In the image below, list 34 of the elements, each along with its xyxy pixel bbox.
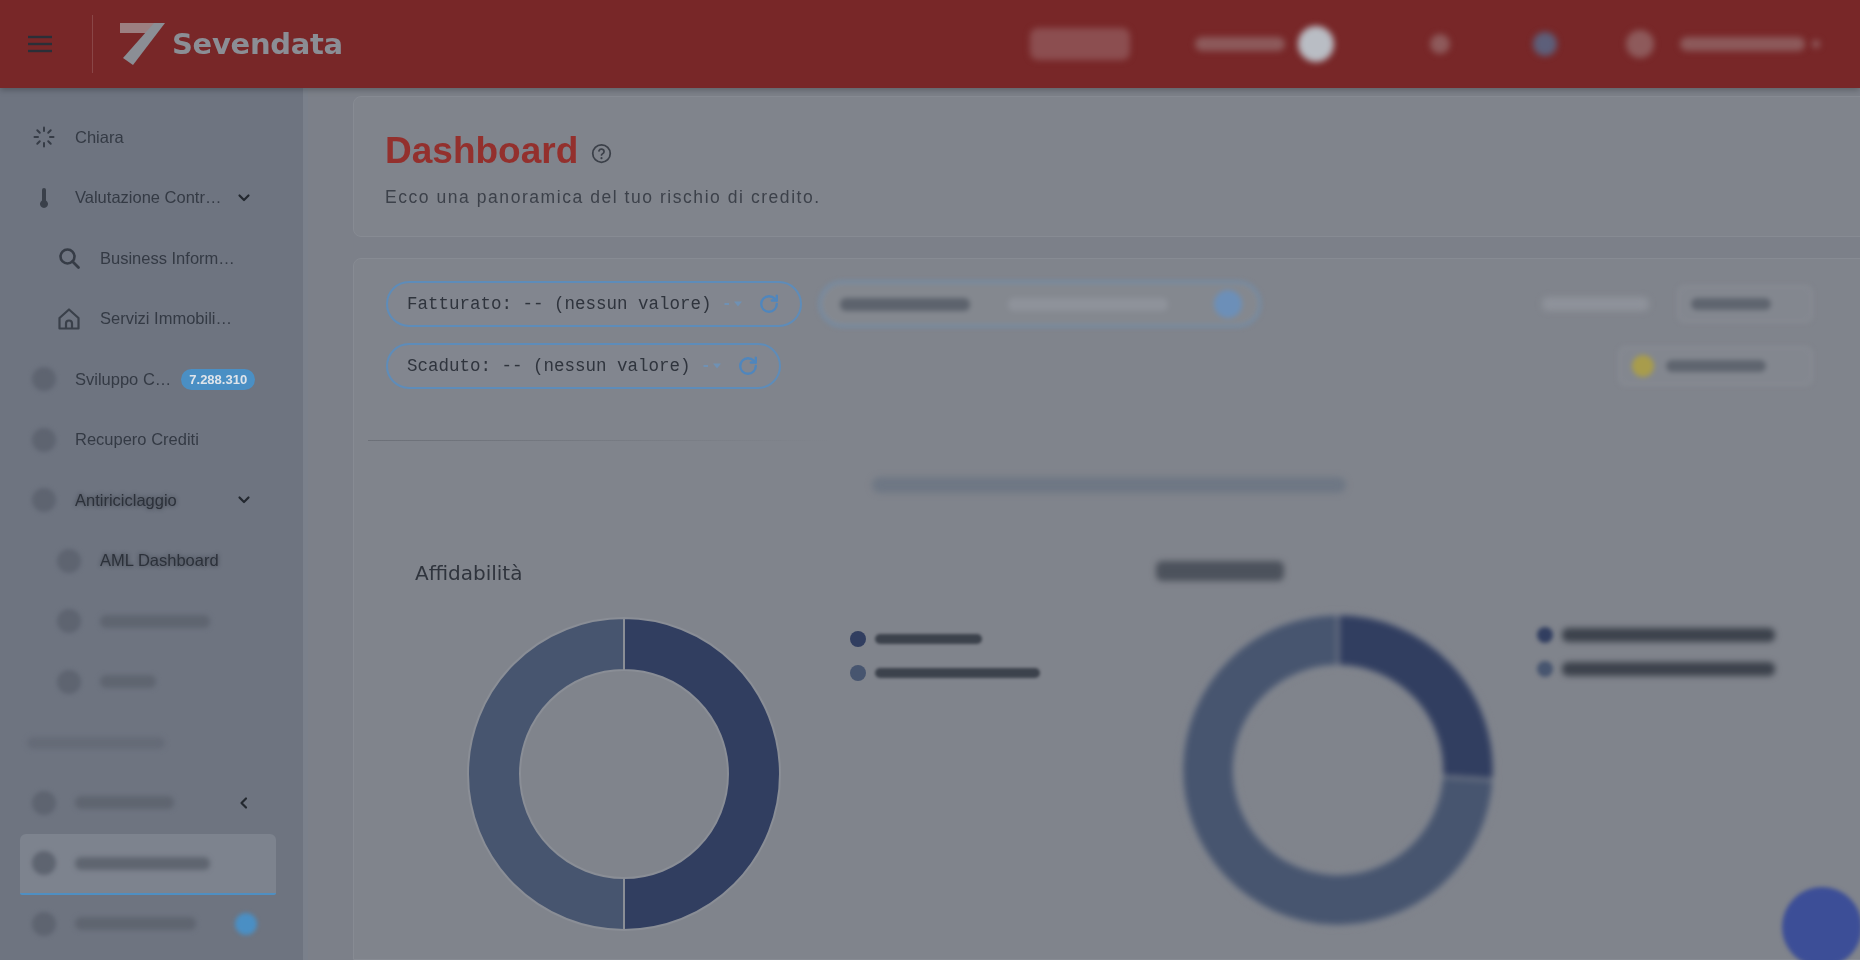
refresh-icon[interactable] — [757, 293, 780, 315]
blurred-button[interactable] — [1030, 28, 1130, 60]
sidebar-item[interactable] — [20, 834, 276, 895]
sidebar-item[interactable]: AML Dashboard — [20, 531, 276, 592]
chart-title: Affidabilità — [415, 561, 524, 585]
sidebar-item[interactable]: Valutazione Contr… — [20, 168, 276, 229]
blurred-icon[interactable] — [1533, 32, 1557, 56]
sidebar-item[interactable]: Sviluppo C… 7.288.310 — [20, 350, 276, 411]
sidebar-item[interactable]: Servizi Immobili… — [20, 289, 276, 350]
sidebar-item[interactable]: Antiriciclaggio — [20, 471, 276, 532]
caret-icon — [723, 299, 744, 309]
filter-chip[interactable]: Scaduto: -- (nessun valore) — [386, 343, 781, 389]
dotted-circle-icon — [32, 125, 56, 150]
page-subtitle: Ecco una panoramica del tuo rischio di credito. — [385, 186, 822, 208]
blurred-icon[interactable] — [1430, 34, 1450, 54]
blurred-icon[interactable] — [1626, 30, 1654, 58]
page-title: Dashboard — [385, 130, 579, 172]
blurred-filter-chip[interactable] — [818, 281, 1261, 327]
blurred-icon[interactable] — [1812, 40, 1820, 48]
count-badge: 7.288.310 — [181, 368, 256, 390]
sidebar-item[interactable]: Business Inform… — [20, 229, 276, 290]
circle-icon[interactable] — [1298, 26, 1334, 62]
house-icon — [57, 306, 81, 331]
refresh-icon[interactable] — [736, 355, 759, 377]
logo-text: Sevendata — [172, 27, 343, 61]
sidebar-item[interactable]: Recupero Crediti — [20, 410, 276, 471]
help-icon[interactable] — [591, 142, 613, 164]
sidebar-item[interactable]: Chiara — [20, 108, 276, 169]
filter-chip[interactable]: Fatturato: -- (nessun valore) — [386, 281, 802, 327]
menu-icon — [27, 34, 53, 54]
logo-icon — [120, 22, 166, 66]
search-icon — [57, 246, 81, 271]
blurred-icon — [32, 851, 56, 876]
caret-icon — [702, 361, 723, 371]
